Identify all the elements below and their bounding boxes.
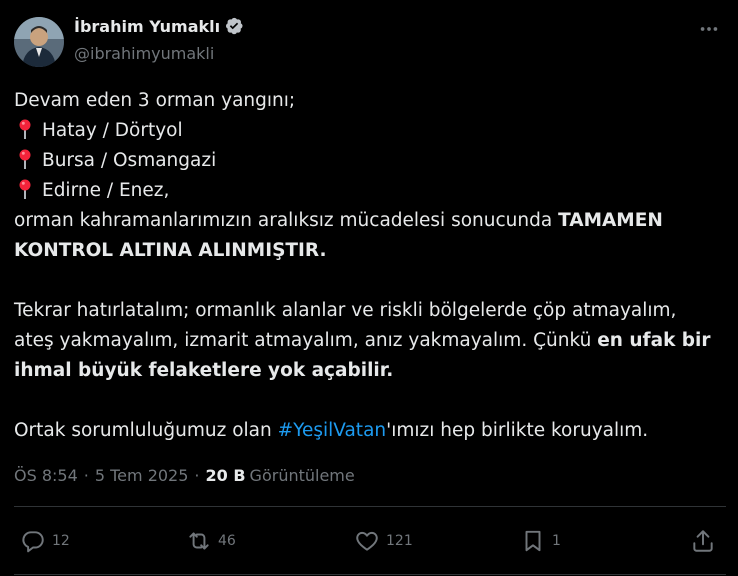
bookmark-icon <box>525 530 541 552</box>
tweet-line: Ortak sorumluluğumuz olan #YeşilVatan'ım… <box>14 416 726 446</box>
retweet-count: 46 <box>218 533 236 549</box>
heart-icon <box>356 531 378 551</box>
tweet-text: Devam eden 3 orman yangını; Hatay / Dört… <box>14 86 726 446</box>
tweet-line: ateş yakmayalım, izmarit atmayalım, anız… <box>14 326 726 356</box>
share-icon <box>693 530 713 552</box>
tweet-text-bold: ihmal büyük felaketlere yok açabilir. <box>14 360 394 381</box>
tweet-line: Tekrar hatırlatalım; ormanlık alanlar ve… <box>14 300 677 321</box>
location-label: Bursa / Osmangazi <box>42 150 217 171</box>
tweet-text-normal: Ortak sorumluluğumuz olan <box>14 420 278 441</box>
avatar[interactable] <box>14 17 64 67</box>
more-horizontal-icon[interactable] <box>698 18 720 40</box>
hashtag-link[interactable]: #YeşilVatan <box>278 420 387 441</box>
tweet-line: orman kahramanlarımızın aralıksız mücade… <box>14 206 726 236</box>
views-label: Görüntüleme <box>249 466 355 485</box>
author-name[interactable]: İbrahim Yumaklı <box>74 17 220 36</box>
location-item: Bursa / Osmangazi <box>14 146 726 176</box>
like-count: 121 <box>386 533 413 549</box>
tweet-text-normal: 'ımızı hep birlikte koruyalım. <box>386 420 649 441</box>
pushpin-icon <box>19 149 31 169</box>
divider <box>14 506 726 507</box>
reply-icon <box>22 531 44 553</box>
like-button[interactable]: 121 <box>354 528 413 554</box>
meta-separator: · <box>83 466 89 485</box>
tweet-text-bold: KONTROL ALTINA ALINMIŞTIR. <box>14 240 327 261</box>
tweet-line: Devam eden 3 orman yangını; <box>14 90 296 111</box>
verified-badge-icon[interactable] <box>224 16 244 36</box>
pushpin-icon <box>19 119 31 139</box>
share-button[interactable] <box>690 528 716 554</box>
tweet-text-bold: en ufak bir <box>597 330 711 351</box>
bookmark-count: 1 <box>552 533 561 549</box>
reply-button[interactable]: 12 <box>20 528 70 554</box>
tweet-line: KONTROL ALTINA ALINMIŞTIR. <box>14 236 726 266</box>
location-label: Edirne / Enez, <box>42 180 170 201</box>
location-item: Hatay / Dörtyol <box>14 116 726 146</box>
divider <box>14 574 726 575</box>
tweet-line: ihmal büyük felaketlere yok açabilir. <box>14 356 726 386</box>
retweet-button[interactable]: 46 <box>186 528 236 554</box>
tweet-actions: 12 46 121 1 <box>0 528 738 560</box>
reply-count: 12 <box>52 533 70 549</box>
bookmark-button[interactable]: 1 <box>520 528 561 554</box>
tweet-text-normal: ateş yakmayalım, izmarit atmayalım, anız… <box>14 330 598 351</box>
tweet-text-bold: TAMAMEN <box>558 210 663 231</box>
views-count[interactable]: 20 B <box>206 466 246 485</box>
meta-separator: · <box>194 466 200 485</box>
avatar-image <box>14 17 64 67</box>
tweet-time[interactable]: ÖS 8:54 <box>14 466 78 485</box>
tweet-date[interactable]: 5 Tem 2025 <box>95 466 189 485</box>
tweet-text-normal: orman kahramanlarımızın aralıksız mücade… <box>14 210 559 231</box>
tweet-meta: ÖS 8:54 · 5 Tem 2025 · 20 B Görüntüleme <box>14 466 355 485</box>
author-name-row: İbrahim Yumaklı <box>74 16 244 36</box>
pushpin-icon <box>19 179 31 199</box>
location-label: Hatay / Dörtyol <box>42 120 183 141</box>
author-handle[interactable]: @ibrahimyumakli <box>74 44 214 63</box>
location-item: Edirne / Enez, <box>14 176 726 206</box>
retweet-icon <box>189 532 209 550</box>
